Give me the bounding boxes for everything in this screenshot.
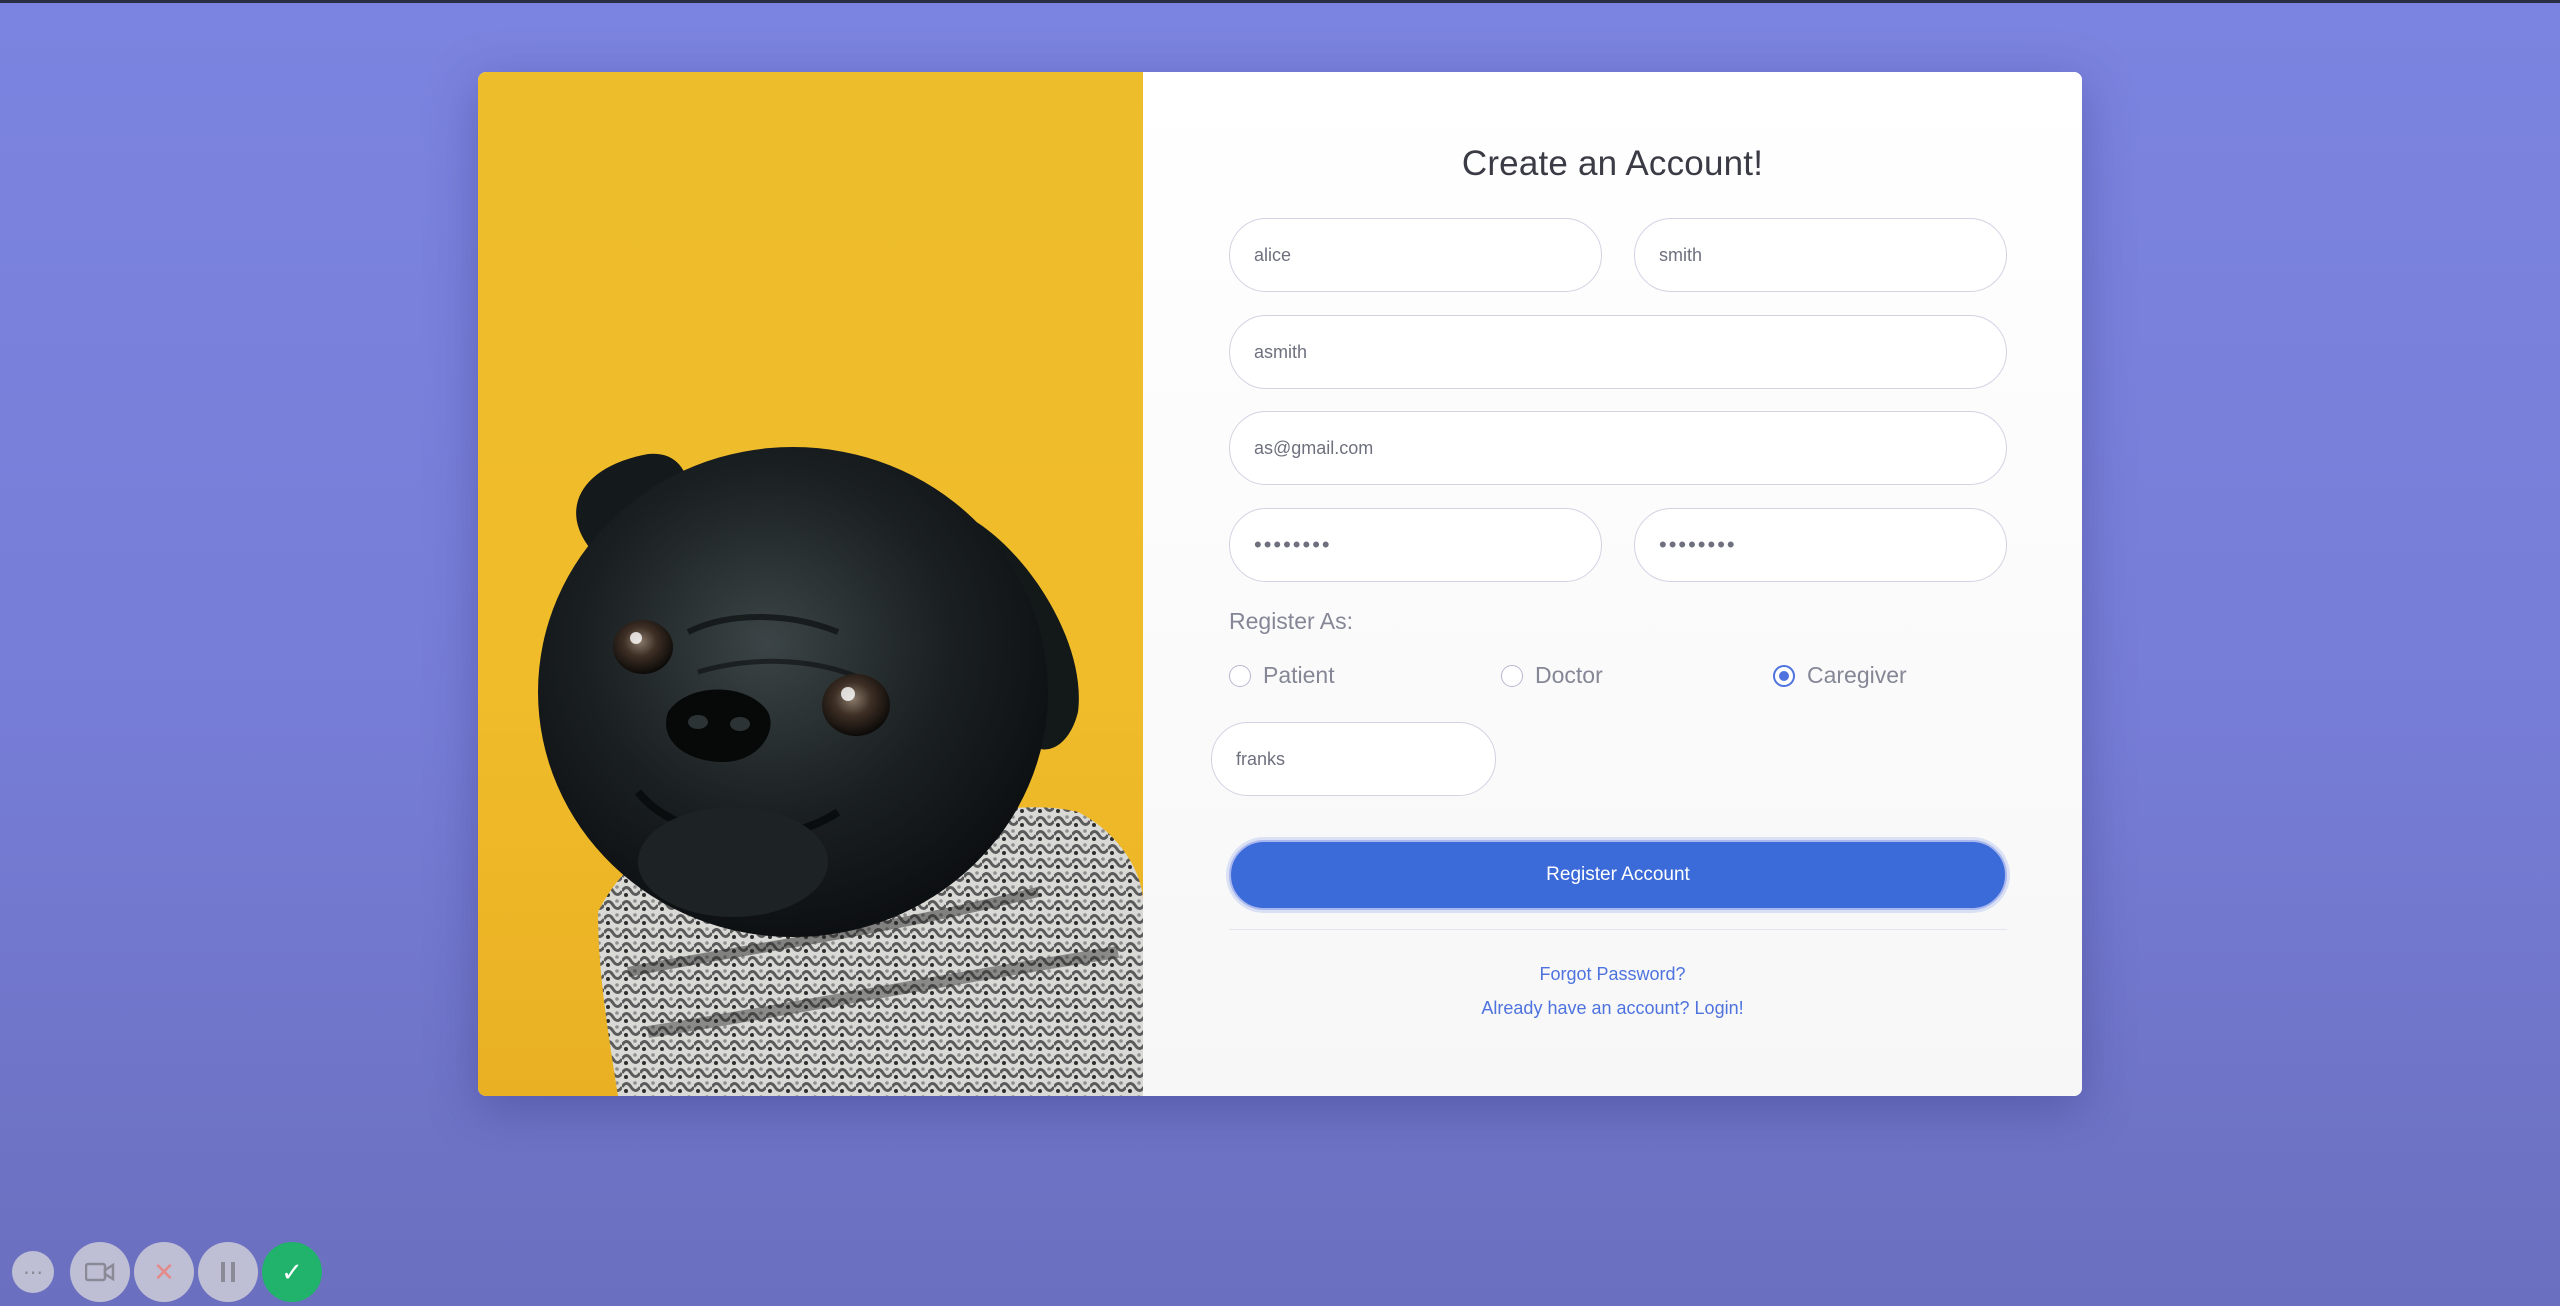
patient-radio[interactable] (1229, 664, 1251, 687)
register-account-button[interactable]: Register Account (1229, 840, 2007, 910)
pause-icon[interactable] (198, 1242, 258, 1302)
last-name-input[interactable] (1634, 218, 2007, 292)
check-icon[interactable]: ✓ (262, 1242, 322, 1302)
username-input[interactable] (1229, 315, 2007, 389)
role-option-patient[interactable]: Patient (1229, 662, 1335, 689)
doctor-radio[interactable] (1501, 664, 1523, 687)
patient-label: Patient (1263, 662, 1335, 688)
role-option-doctor[interactable]: Doctor (1501, 662, 1603, 689)
camera-icon[interactable] (70, 1242, 130, 1302)
form-divider (1229, 929, 2007, 930)
email-input[interactable] (1229, 411, 2007, 485)
role-option-caregiver[interactable]: Caregiver (1773, 662, 1907, 689)
top-edge (0, 0, 2560, 3)
doctor-label: Doctor (1535, 662, 1603, 688)
password-input[interactable] (1229, 508, 1602, 582)
caregiver-name-input[interactable] (1211, 722, 1496, 796)
pug-photo (478, 72, 1143, 1096)
recorder-toolbar: ⋯ ✕ ✓ (12, 1242, 322, 1302)
form-title: Create an Account! (1461, 144, 1764, 183)
registration-form: Create an Account! Register As: Patient … (1143, 72, 2082, 1096)
first-name-input[interactable] (1229, 218, 1602, 292)
more-icon[interactable]: ⋯ (12, 1251, 54, 1293)
caregiver-radio[interactable] (1773, 664, 1795, 687)
repeat-password-input[interactable] (1634, 508, 2007, 582)
register-card: Create an Account! Register As: Patient … (478, 72, 2082, 1096)
cancel-icon[interactable]: ✕ (134, 1242, 194, 1302)
caregiver-label: Caregiver (1807, 662, 1907, 688)
forgot-password-link[interactable]: Forgot Password? (1143, 964, 2082, 985)
login-link[interactable]: Already have an account? Login! (1143, 998, 2082, 1019)
register-as-label: Register As: (1229, 608, 1353, 634)
